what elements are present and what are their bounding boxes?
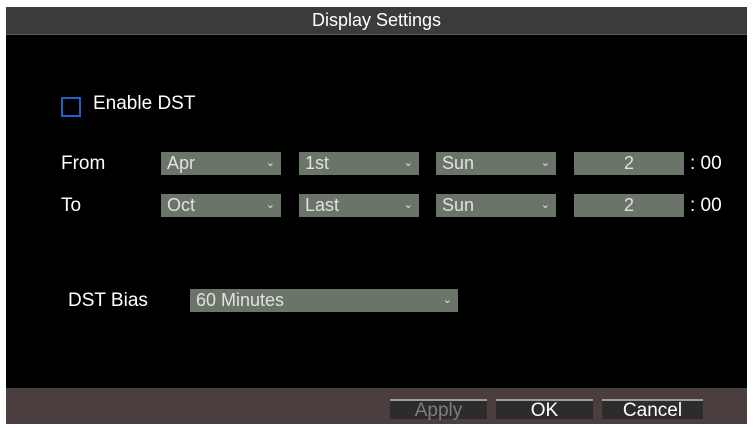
- from-label: From: [61, 153, 106, 174]
- from-day-value: Sun: [442, 153, 475, 173]
- from-day-dropdown[interactable]: Sun ⌄: [436, 152, 556, 175]
- from-week-value: 1st: [305, 153, 330, 173]
- dialog-footer: Apply OK Cancel: [6, 388, 747, 424]
- dialog-content: Enable DST From Apr ⌄ 1st ⌄ Sun ⌄ 2 : 00…: [6, 35, 747, 388]
- to-day-dropdown[interactable]: Sun ⌄: [436, 194, 556, 217]
- to-day-value: Sun: [442, 195, 475, 215]
- display-settings-dialog: Display Settings Enable DST From Apr ⌄ 1…: [6, 7, 747, 424]
- apply-button[interactable]: Apply: [390, 399, 487, 421]
- from-month-dropdown[interactable]: Apr ⌄: [161, 152, 281, 175]
- cancel-button[interactable]: Cancel: [602, 399, 703, 421]
- to-month-dropdown[interactable]: Oct ⌄: [161, 194, 281, 217]
- chevron-down-icon: ⌄: [403, 199, 413, 211]
- to-minutes-suffix: : 00: [690, 195, 722, 216]
- from-hour-input[interactable]: 2: [574, 152, 684, 175]
- to-month-value: Oct: [167, 195, 196, 215]
- to-week-value: Last: [305, 195, 340, 215]
- enable-dst-label: Enable DST: [93, 93, 196, 114]
- chevron-down-icon: ⌄: [442, 294, 452, 306]
- dst-bias-dropdown[interactable]: 60 Minutes ⌄: [190, 289, 458, 312]
- from-minutes-suffix: : 00: [690, 153, 722, 174]
- dst-bias-value: 60 Minutes: [196, 290, 285, 310]
- chevron-down-icon: ⌄: [265, 199, 275, 211]
- to-hour-input[interactable]: 2: [574, 194, 684, 217]
- dst-bias-label: DST Bias: [68, 290, 148, 311]
- chevron-down-icon: ⌄: [540, 199, 550, 211]
- to-week-dropdown[interactable]: Last ⌄: [299, 194, 419, 217]
- from-month-value: Apr: [167, 153, 196, 173]
- ok-button[interactable]: OK: [496, 399, 593, 421]
- chevron-down-icon: ⌄: [403, 157, 413, 169]
- from-week-dropdown[interactable]: 1st ⌄: [299, 152, 419, 175]
- enable-dst-checkbox[interactable]: [61, 97, 81, 117]
- to-label: To: [61, 195, 82, 216]
- chevron-down-icon: ⌄: [265, 157, 275, 169]
- dialog-title: Display Settings: [6, 7, 747, 35]
- chevron-down-icon: ⌄: [540, 157, 550, 169]
